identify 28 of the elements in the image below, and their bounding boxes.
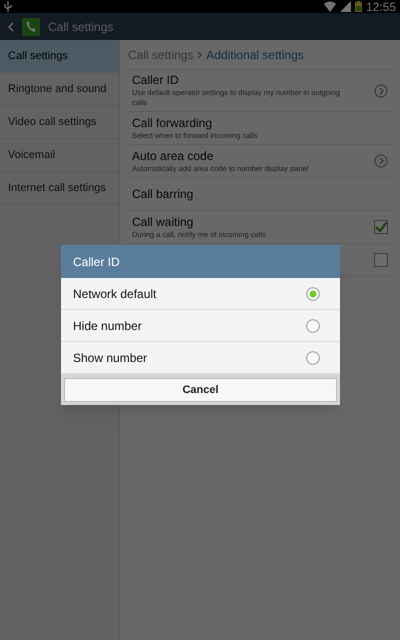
- option-label: Hide number: [73, 318, 143, 334]
- chevron-icon: [197, 50, 202, 58]
- radio-option[interactable]: Network default: [61, 278, 340, 310]
- sidebar-item[interactable]: Internet call settings: [0, 172, 119, 205]
- setting-title: Call forwarding: [132, 116, 214, 130]
- sidebar-item[interactable]: Video call settings: [0, 106, 119, 139]
- setting-title: Auto area code: [132, 148, 214, 164]
- breadcrumb-current: Additional settings: [206, 46, 304, 64]
- setting-title: Call barring: [132, 186, 194, 202]
- usb-icon: [4, 1, 12, 12]
- option-label: Network default: [73, 286, 158, 302]
- chevron-circle-icon: [374, 154, 388, 168]
- chevron-circle-icon: [374, 84, 388, 98]
- sidebar-item[interactable]: Ringtone and sound: [0, 73, 119, 106]
- battery-icon: [354, 1, 362, 12]
- setting-title: Caller ID: [132, 73, 180, 88]
- phone-app-icon: [22, 18, 40, 36]
- dialog-title: Caller ID: [73, 254, 120, 270]
- cancel-button[interactable]: Cancel: [64, 378, 337, 402]
- option-label: Show number: [73, 350, 148, 366]
- wifi-icon: [324, 1, 336, 12]
- sidebar-item[interactable]: Call settings: [0, 40, 119, 73]
- clock: 12:55: [366, 0, 396, 12]
- back-icon: [8, 22, 14, 32]
- radio-option[interactable]: Hide number: [61, 310, 340, 342]
- screen-title: Call settings: [48, 18, 114, 36]
- sidebar-item[interactable]: Voicemail: [0, 139, 119, 172]
- setting-title: Call waiting: [132, 214, 194, 230]
